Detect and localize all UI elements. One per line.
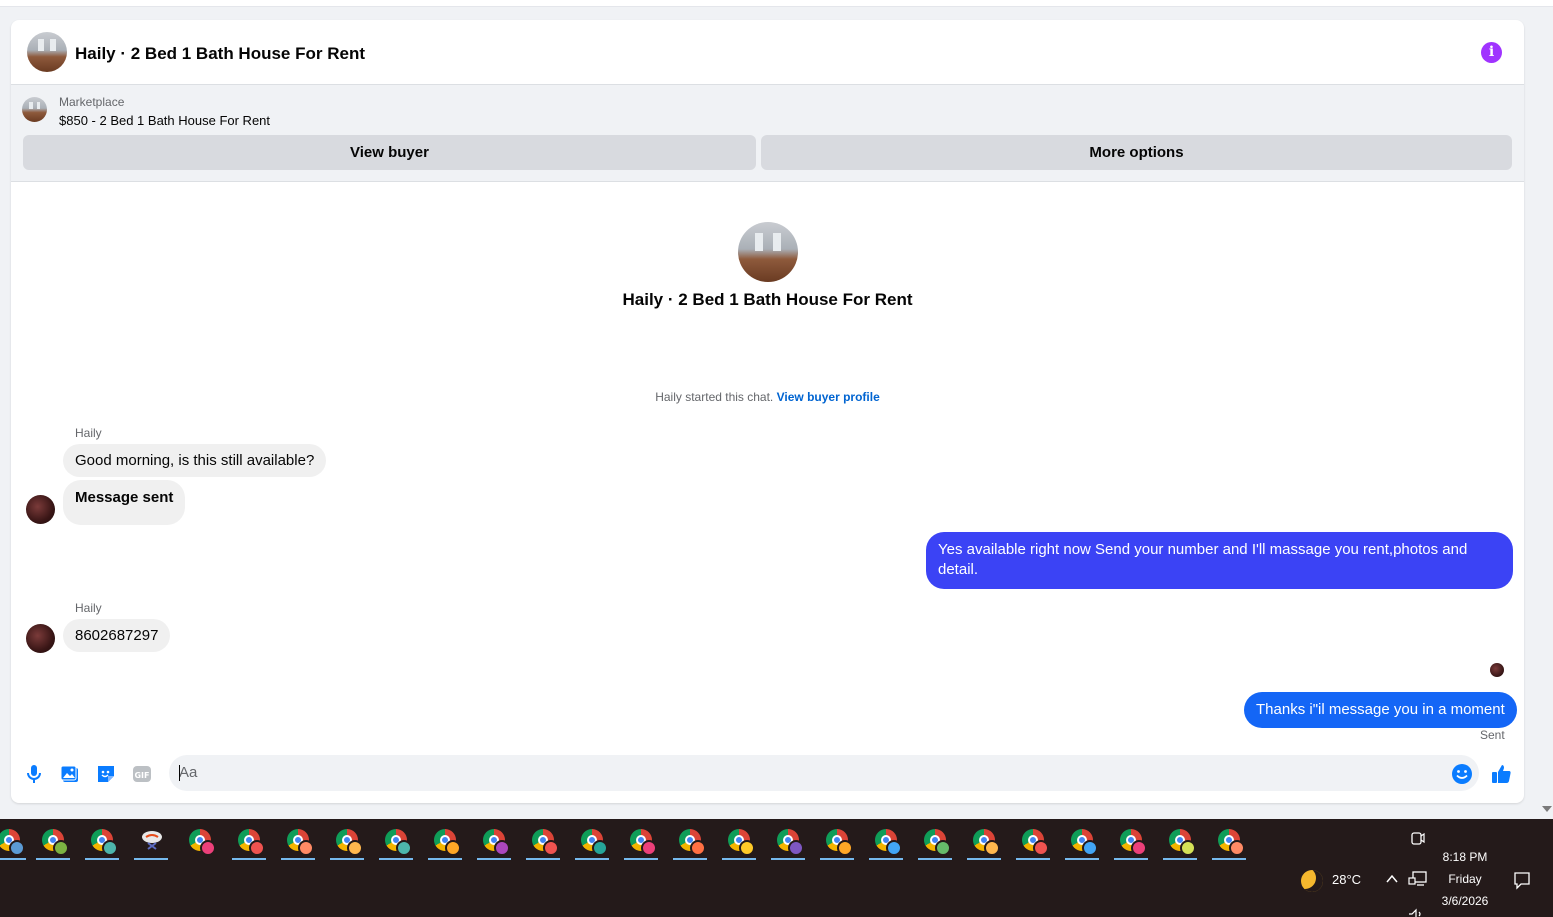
emoji-icon[interactable] xyxy=(1451,763,1473,785)
snipping-tool-icon xyxy=(142,831,162,850)
message-bubble-incoming[interactable]: Message sent xyxy=(63,480,186,525)
taskbar-chrome-profile[interactable] xyxy=(816,825,858,863)
volume-icon[interactable] xyxy=(1407,908,1427,917)
taskbar-chrome-profile[interactable] xyxy=(228,825,270,863)
taskbar-chrome-profile[interactable] xyxy=(669,825,711,863)
gif-icon[interactable]: GIF xyxy=(131,763,153,785)
listing-banner: Marketplace $850 - 2 Bed 1 Bath House Fo… xyxy=(11,85,1524,182)
sender-avatar[interactable] xyxy=(26,495,55,524)
network-icon[interactable] xyxy=(1408,870,1428,888)
listing-price-title[interactable]: $850 - 2 Bed 1 Bath House For Rent xyxy=(59,113,270,128)
taskbar-chrome-profile[interactable] xyxy=(1012,825,1054,863)
scroll-down-arrow[interactable] xyxy=(1542,806,1552,812)
sticker-icon[interactable] xyxy=(95,763,117,785)
thumbs-up-icon[interactable] xyxy=(1490,763,1512,785)
text-caret xyxy=(179,765,180,781)
chevron-up-icon[interactable] xyxy=(1385,873,1399,885)
taskbar-snipping-tool[interactable] xyxy=(130,825,172,863)
listing-category: Marketplace xyxy=(59,95,125,109)
taskbar-chrome-profile[interactable] xyxy=(424,825,466,863)
info-icon[interactable]: i xyxy=(1481,42,1502,63)
meet-now-icon[interactable] xyxy=(1409,829,1425,847)
taskbar-chrome-profile[interactable] xyxy=(963,825,1005,863)
windows-taskbar xyxy=(0,819,1553,917)
clock-day[interactable]: Friday xyxy=(1432,872,1498,886)
taskbar-chrome-profile[interactable] xyxy=(326,825,368,863)
svg-text:GIF: GIF xyxy=(134,771,149,780)
chat-title[interactable]: Haily · 2 Bed 1 Bath House For Rent xyxy=(75,44,365,64)
photo-icon[interactable] xyxy=(59,763,81,785)
taskbar-chrome-profile[interactable] xyxy=(1208,825,1250,863)
message-sender: Haily xyxy=(75,426,102,440)
taskbar-chrome-profile[interactable] xyxy=(571,825,613,863)
moon-icon[interactable] xyxy=(1301,870,1323,892)
view-buyer-button[interactable]: View buyer xyxy=(23,135,756,170)
taskbar-chrome-profile[interactable] xyxy=(1159,825,1201,863)
message-bubble-outgoing[interactable]: Yes available right now Send your number… xyxy=(926,532,1513,589)
taskbar-chrome-profile[interactable] xyxy=(473,825,515,863)
message-bubble-outgoing[interactable]: Thanks i"il message you in a moment xyxy=(1244,692,1517,728)
seen-indicator-avatar xyxy=(1490,663,1504,677)
taskbar-chrome-profile[interactable] xyxy=(767,825,809,863)
taskbar-chrome-profile[interactable] xyxy=(1110,825,1152,863)
taskbar-chrome-profile[interactable] xyxy=(179,825,221,863)
message-sender: Haily xyxy=(75,601,102,615)
clock-time[interactable]: 8:18 PM xyxy=(1432,850,1498,864)
taskbar-chrome-profile[interactable] xyxy=(81,825,123,863)
microphone-icon[interactable] xyxy=(23,763,45,785)
listing-thumbnail[interactable] xyxy=(22,97,47,122)
chat-started-text: Haily started this chat. xyxy=(655,390,774,404)
chat-started-notice: Haily started this chat. View buyer prof… xyxy=(11,390,1524,404)
browser-top-strip xyxy=(0,0,1553,7)
taskbar-chrome-profile[interactable] xyxy=(865,825,907,863)
taskbar-chrome-profile[interactable] xyxy=(914,825,956,863)
listing-avatar[interactable] xyxy=(27,32,67,72)
conversation-avatar xyxy=(738,222,798,282)
more-options-button[interactable]: More options xyxy=(761,135,1512,170)
chat-header: Haily · 2 Bed 1 Bath House For Rent i xyxy=(11,20,1524,85)
taskbar-chrome-profile[interactable] xyxy=(32,825,74,863)
taskbar-chrome-profile[interactable] xyxy=(277,825,319,863)
message-bubble-incoming[interactable]: 8602687297 xyxy=(63,619,171,652)
taskbar-chrome-profile[interactable] xyxy=(1061,825,1103,863)
message-input[interactable]: Aa xyxy=(169,755,1479,791)
message-status: Sent xyxy=(1480,728,1505,742)
taskbar-chrome-profile[interactable] xyxy=(522,825,564,863)
notification-icon[interactable] xyxy=(1512,870,1532,890)
message-bubble-incoming[interactable]: Good morning, is this still available? xyxy=(63,444,327,477)
taskbar-chrome-profile[interactable] xyxy=(718,825,760,863)
chat-panel: Haily · 2 Bed 1 Bath House For Rent i Ma… xyxy=(11,20,1524,803)
conversation-title: Haily · 2 Bed 1 Bath House For Rent xyxy=(622,290,913,309)
taskbar-chrome-profile[interactable] xyxy=(0,825,30,863)
taskbar-chrome-profile[interactable] xyxy=(375,825,417,863)
weather-temperature[interactable]: 28°C xyxy=(1332,872,1361,887)
sender-avatar[interactable] xyxy=(26,624,55,653)
view-buyer-profile-link[interactable]: View buyer profile xyxy=(777,390,880,404)
composer: GIF Aa xyxy=(11,753,1524,803)
taskbar-chrome-profile[interactable] xyxy=(620,825,662,863)
clock-date[interactable]: 3/6/2026 xyxy=(1432,894,1498,908)
